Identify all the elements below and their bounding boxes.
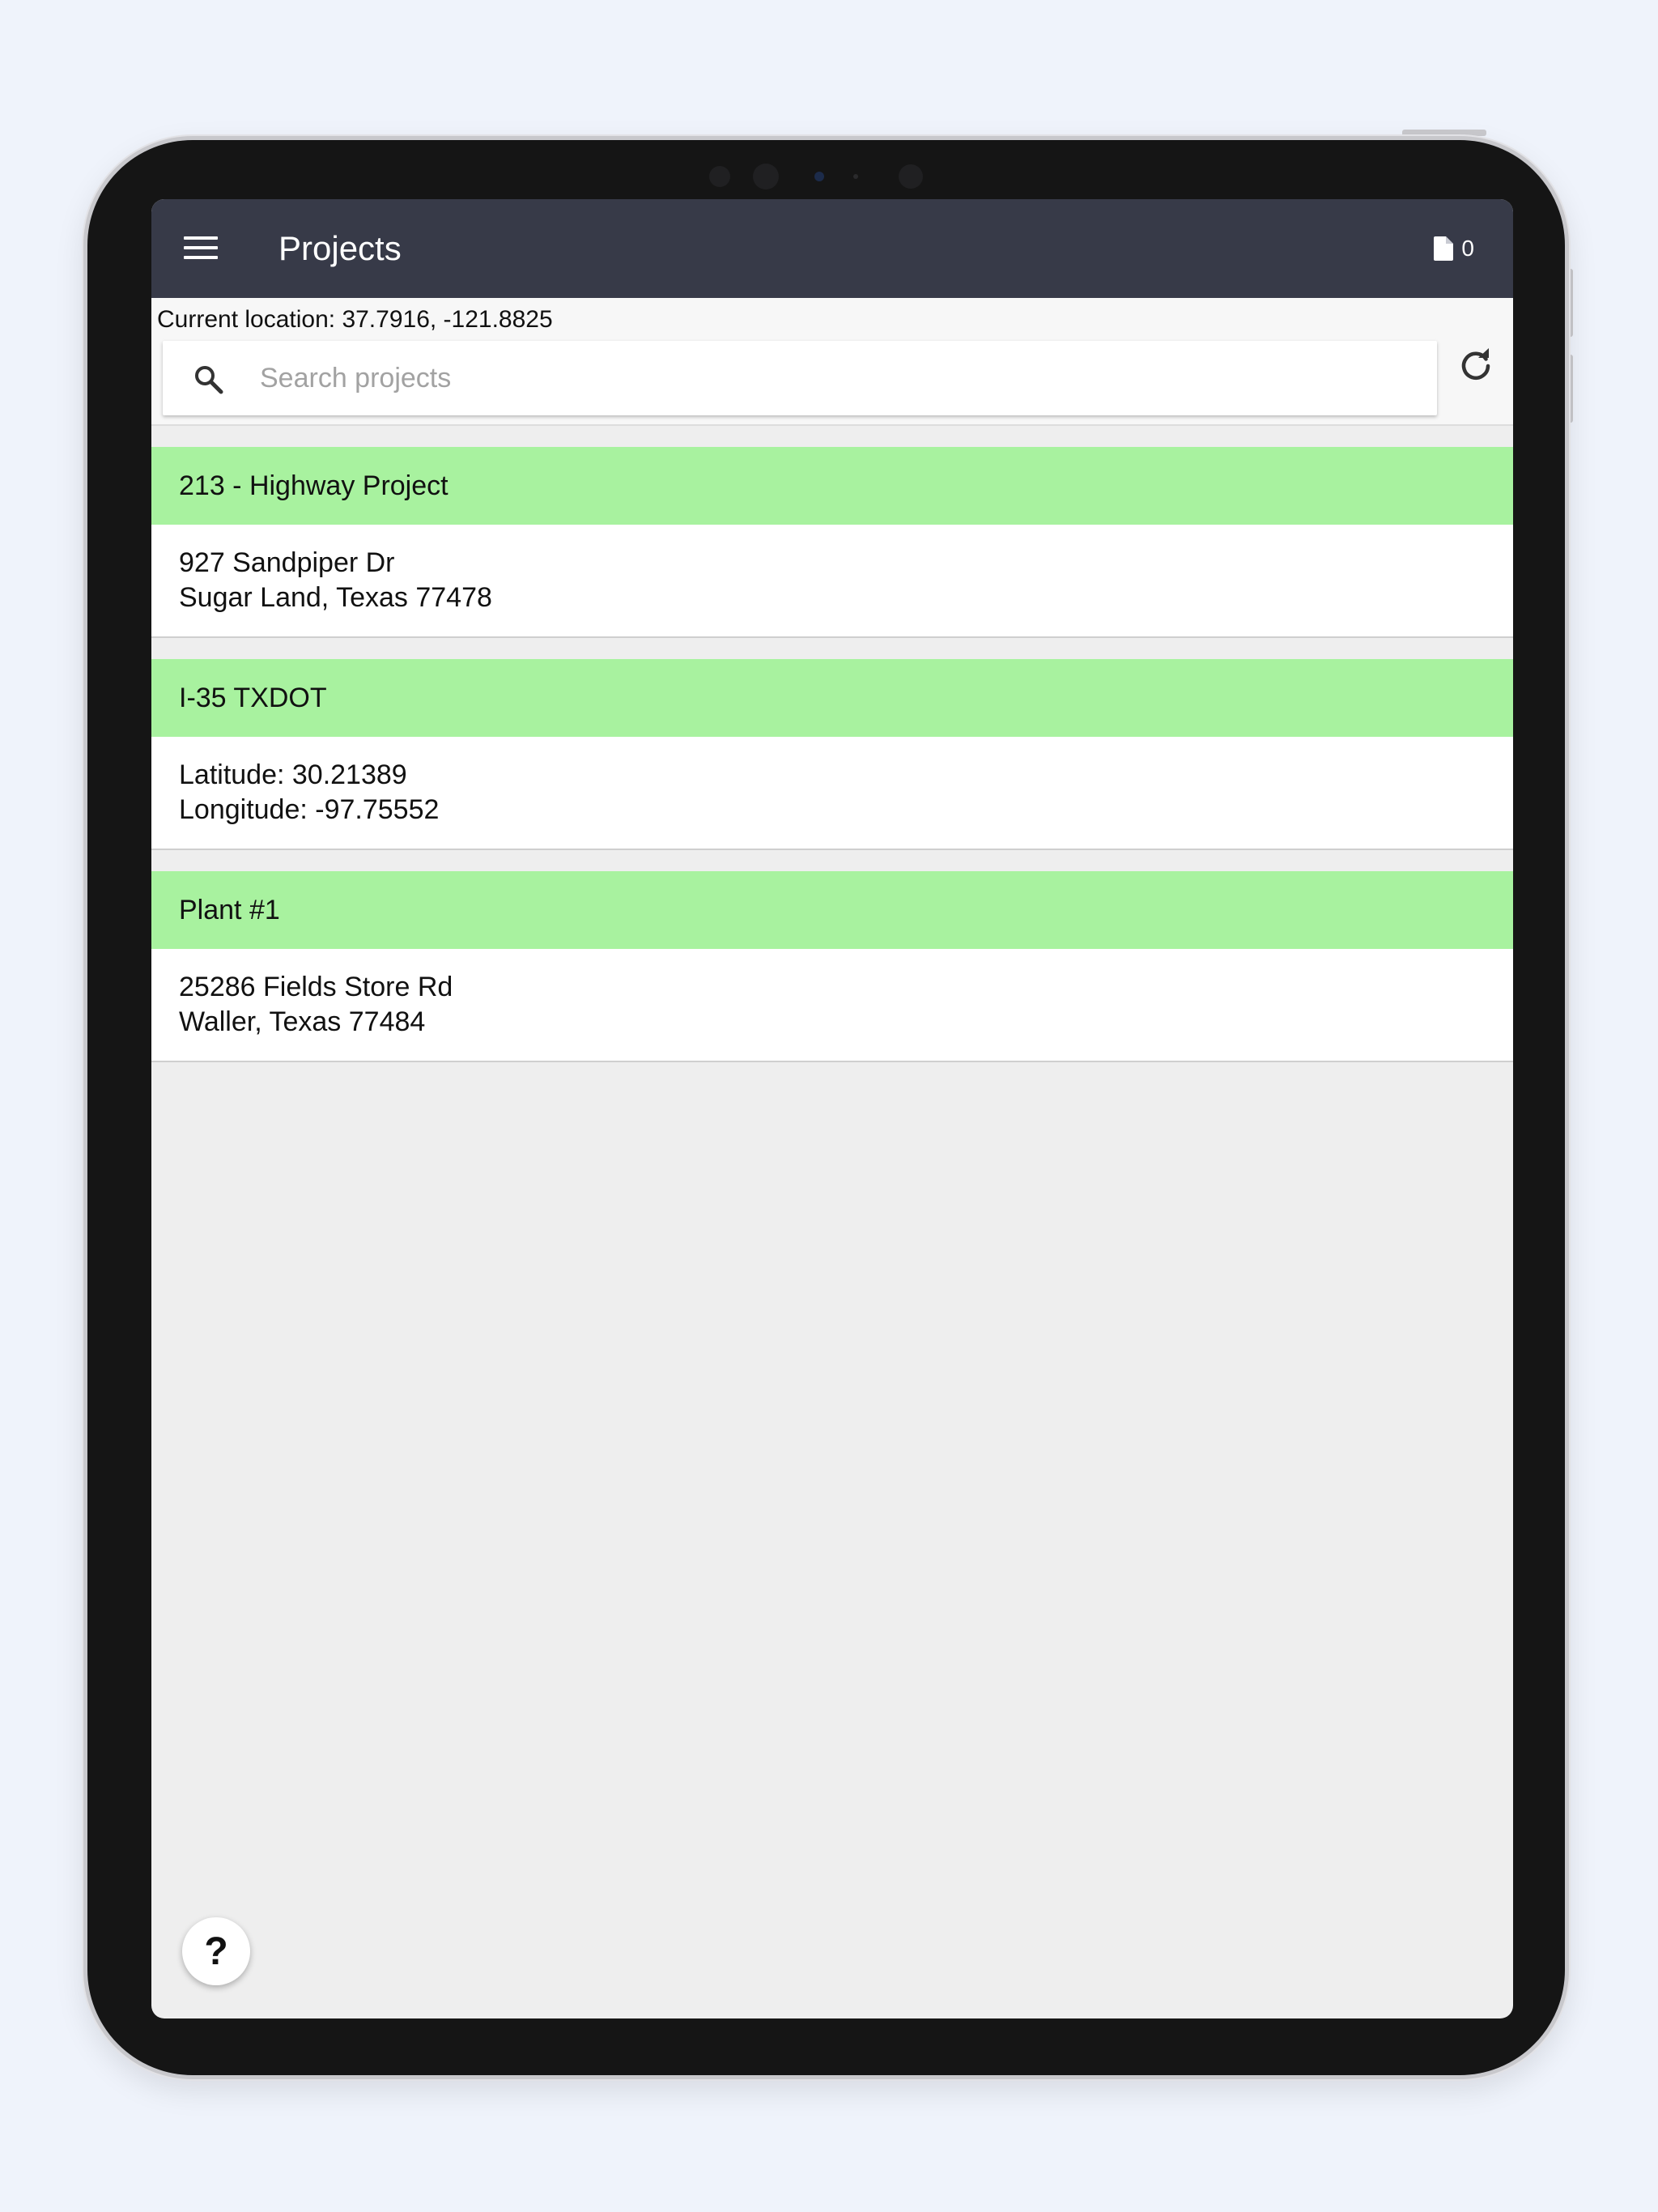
menu-line — [184, 256, 218, 259]
current-location-text: Current location: 37.7916, -121.8825 — [157, 306, 553, 333]
search-input[interactable] — [260, 341, 1409, 415]
sensor-dot — [852, 174, 858, 179]
project-detail-line: 25286 Fields Store Rd — [179, 972, 453, 1002]
help-button[interactable]: ? — [182, 1917, 250, 1985]
document-count: 0 — [1461, 236, 1474, 261]
camera-lens — [814, 172, 824, 181]
project-detail-line: Sugar Land, Texas 77478 — [179, 582, 492, 613]
document-count-button[interactable]: 0 — [1434, 199, 1474, 298]
project-details: 25286 Fields Store Rd Waller, Texas 7748… — [151, 949, 1513, 1061]
project-card[interactable]: Plant #1 25286 Fields Store Rd Waller, T… — [151, 871, 1513, 1062]
project-card[interactable]: I-35 TXDOT Latitude: 30.21389 Longitude:… — [151, 659, 1513, 850]
project-detail-line: Waller, Texas 77484 — [179, 1006, 426, 1037]
device-top-button — [1402, 130, 1486, 136]
project-detail-line: Longitude: -97.75552 — [179, 794, 440, 825]
document-icon — [1434, 236, 1454, 261]
search-bar — [163, 341, 1437, 415]
hamburger-menu-icon[interactable] — [184, 228, 223, 267]
menu-line — [184, 246, 218, 249]
refresh-icon — [1461, 348, 1490, 380]
project-list: 213 - Highway Project 927 Sandpiper Dr S… — [151, 447, 1513, 1083]
app-screen: Projects 0 Current location: 37.7916, -1… — [151, 199, 1513, 2018]
search-icon — [195, 366, 223, 394]
project-name: I-35 TXDOT — [151, 659, 1513, 737]
search-area: Current location: 37.7916, -121.8825 — [151, 298, 1513, 426]
project-detail-line: Latitude: 30.21389 — [179, 759, 407, 790]
tablet-device-frame: Projects 0 Current location: 37.7916, -1… — [83, 136, 1569, 2079]
menu-line — [184, 236, 218, 240]
camera-bar — [708, 163, 944, 190]
project-name: Plant #1 — [151, 871, 1513, 949]
page-title: Projects — [278, 229, 402, 267]
project-name: 213 - Highway Project — [151, 447, 1513, 525]
project-details: 927 Sandpiper Dr Sugar Land, Texas 77478 — [151, 525, 1513, 636]
app-bar: Projects 0 — [151, 199, 1513, 298]
sensor-dot — [708, 166, 730, 187]
refresh-button[interactable] — [1456, 347, 1495, 385]
project-details: Latitude: 30.21389 Longitude: -97.75552 — [151, 737, 1513, 849]
project-card[interactable]: 213 - Highway Project 927 Sandpiper Dr S… — [151, 447, 1513, 638]
sensor-dot — [752, 164, 779, 189]
sensor-dot — [898, 164, 923, 189]
project-detail-line: 927 Sandpiper Dr — [179, 547, 395, 578]
